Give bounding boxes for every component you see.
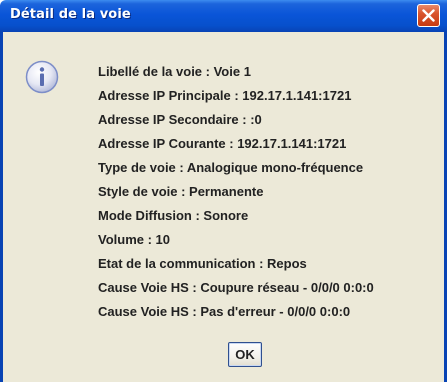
detail-line-secondary-ip: Adresse IP Secondaire : :0 <box>98 112 262 127</box>
dialog-window: Détail de la voie Libellé de la voie : V… <box>0 0 447 382</box>
title-bar[interactable]: Détail de la voie <box>0 0 447 32</box>
detail-line-primary-ip: Adresse IP Principale : 192.17.1.141:172… <box>98 88 352 103</box>
detail-line-cause-hs-1: Cause Voie HS : Coupure réseau - 0/0/0 0… <box>98 280 374 295</box>
dialog-title: Détail de la voie <box>10 7 131 22</box>
detail-list: Libellé de la voie : Voie 1 Adresse IP P… <box>98 63 374 327</box>
close-icon <box>422 9 435 22</box>
detail-line-current-ip: Adresse IP Courante : 192.17.1.141:1721 <box>98 136 347 151</box>
detail-line-cause-hs-2: Cause Voie HS : Pas d'erreur - 0/0/0 0:0… <box>98 304 351 319</box>
detail-line-communication-state: Etat de la communication : Repos <box>98 256 307 271</box>
detail-line-style: Style de voie : Permanente <box>98 184 264 199</box>
close-button[interactable] <box>417 4 440 27</box>
ok-button[interactable]: OK <box>228 342 262 367</box>
info-icon <box>25 60 59 94</box>
dialog-body: Libellé de la voie : Voie 1 Adresse IP P… <box>0 32 447 382</box>
detail-line-type: Type de voie : Analogique mono-fréquence <box>98 160 364 175</box>
detail-line-label: Libellé de la voie : Voie 1 <box>98 64 251 79</box>
detail-line-volume: Volume : 10 <box>98 232 171 247</box>
detail-line-diffusion-mode: Mode Diffusion : Sonore <box>98 208 249 223</box>
